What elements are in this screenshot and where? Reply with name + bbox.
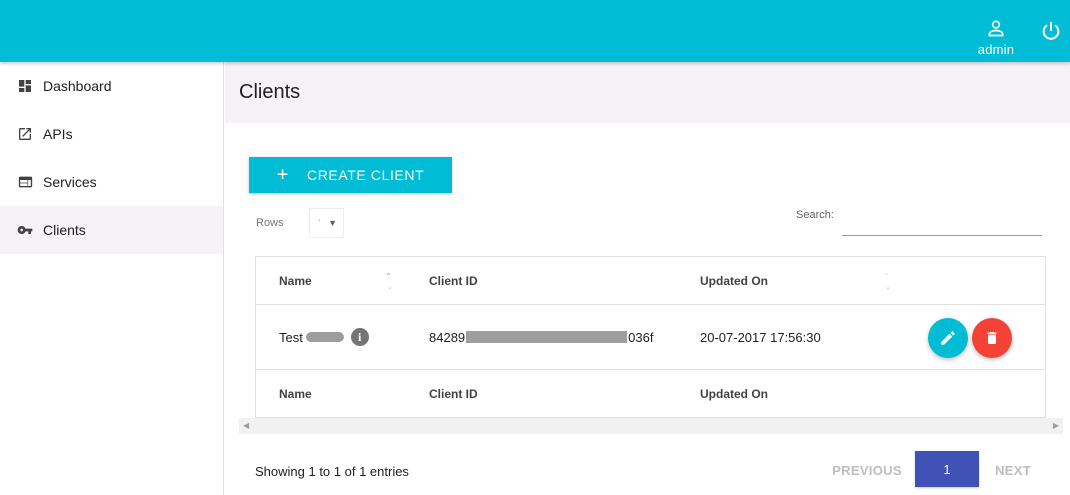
sidebar-item-label: Services <box>43 174 97 190</box>
power-icon <box>1042 21 1060 40</box>
table-header-row: Name ˆ ⌄ Client ID Updated On ˆ ⌄ <box>256 257 1045 305</box>
dropdown-arrow-icon: ▼ <box>328 218 337 228</box>
column-header-name[interactable]: Name <box>279 257 312 304</box>
search-label: Search: <box>796 209 834 221</box>
column-header-client-id[interactable]: Client ID <box>429 257 478 304</box>
sort-icon: ˆ ⌄ <box>885 272 891 292</box>
client-name-cell: Test Client i <box>279 305 369 369</box>
client-id-suffix: 036f <box>628 329 654 345</box>
sort-asc-icon: ˆ ⌄ <box>387 272 393 292</box>
clients-table: Name ˆ⌄ Client ID Updated On ˆ⌄ Test Cli… <box>255 256 1046 418</box>
logout-button[interactable] <box>1040 20 1062 42</box>
main-content: Clients + CREATE CLIENT Rows ' ▼ Search:… <box>225 62 1070 495</box>
delete-client-button[interactable] <box>972 318 1012 358</box>
redaction-mark <box>306 331 344 342</box>
sidebar-item-clients[interactable]: Clients <box>0 206 223 254</box>
user-name: admin <box>977 42 1015 57</box>
top-app-bar: admin <box>0 0 1070 62</box>
search-input[interactable] <box>842 214 1042 236</box>
page-1-button[interactable]: 1 <box>915 451 979 487</box>
open-in-new-icon <box>16 125 34 143</box>
create-client-label: CREATE CLIENT <box>307 167 425 183</box>
create-client-button[interactable]: + CREATE CLIENT <box>249 157 452 193</box>
edit-client-button[interactable] <box>928 318 968 358</box>
client-name: Test Client <box>279 329 344 345</box>
account-icon <box>988 20 1004 37</box>
page-header: Clients <box>225 62 1070 123</box>
next-page-button[interactable]: NEXT <box>985 452 1041 488</box>
table-footer-row: Name Client ID Updated On <box>256 370 1045 418</box>
column-footer-client-id: Client ID <box>429 386 478 401</box>
redaction-mark <box>466 331 628 343</box>
page-title: Clients <box>239 81 301 103</box>
table-row: Test Client i 84289 036f 20-07-2017 17:5… <box>256 305 1045 370</box>
rows-select-value: ' <box>318 218 321 228</box>
client-name-prefix: Test <box>279 329 303 345</box>
trash-icon <box>987 332 997 344</box>
previous-page-button[interactable]: PREVIOUS <box>829 452 905 488</box>
entries-info: Showing 1 to 1 of 1 entries <box>255 464 409 479</box>
sidebar: Dashboard APIs Services Clients <box>0 62 224 495</box>
pencil-icon <box>941 331 955 345</box>
sidebar-item-label: APIs <box>43 126 73 142</box>
column-footer-updated-on: Updated On <box>700 386 768 401</box>
rows-label: Rows <box>256 217 284 229</box>
column-header-updated-on[interactable]: Updated On <box>700 257 768 304</box>
client-id-prefix: 84289 <box>429 329 466 345</box>
scroll-right-icon[interactable]: ▶ <box>1053 421 1059 430</box>
web-icon <box>16 173 34 191</box>
sidebar-item-label: Clients <box>43 222 86 238</box>
scroll-left-icon[interactable]: ◀ <box>243 421 249 430</box>
plus-icon: + <box>276 164 290 186</box>
info-icon[interactable]: i <box>350 328 369 346</box>
sidebar-item-apis[interactable]: APIs <box>0 110 223 158</box>
horizontal-scrollbar[interactable]: ◀ ▶ <box>239 418 1063 434</box>
client-id-cell: 84289 036f <box>429 305 653 369</box>
rows-per-page-select[interactable]: ' ▼ <box>309 208 344 238</box>
sidebar-item-services[interactable]: Services <box>0 158 223 206</box>
updated-on-cell: 20-07-2017 17:56:30 <box>700 329 821 345</box>
key-icon <box>16 221 34 239</box>
sidebar-item-dashboard[interactable]: Dashboard <box>0 62 223 110</box>
column-footer-name: Name <box>279 386 312 401</box>
user-menu[interactable]: admin <box>975 18 1017 57</box>
sidebar-item-label: Dashboard <box>43 78 112 94</box>
dashboard-icon <box>16 77 34 95</box>
